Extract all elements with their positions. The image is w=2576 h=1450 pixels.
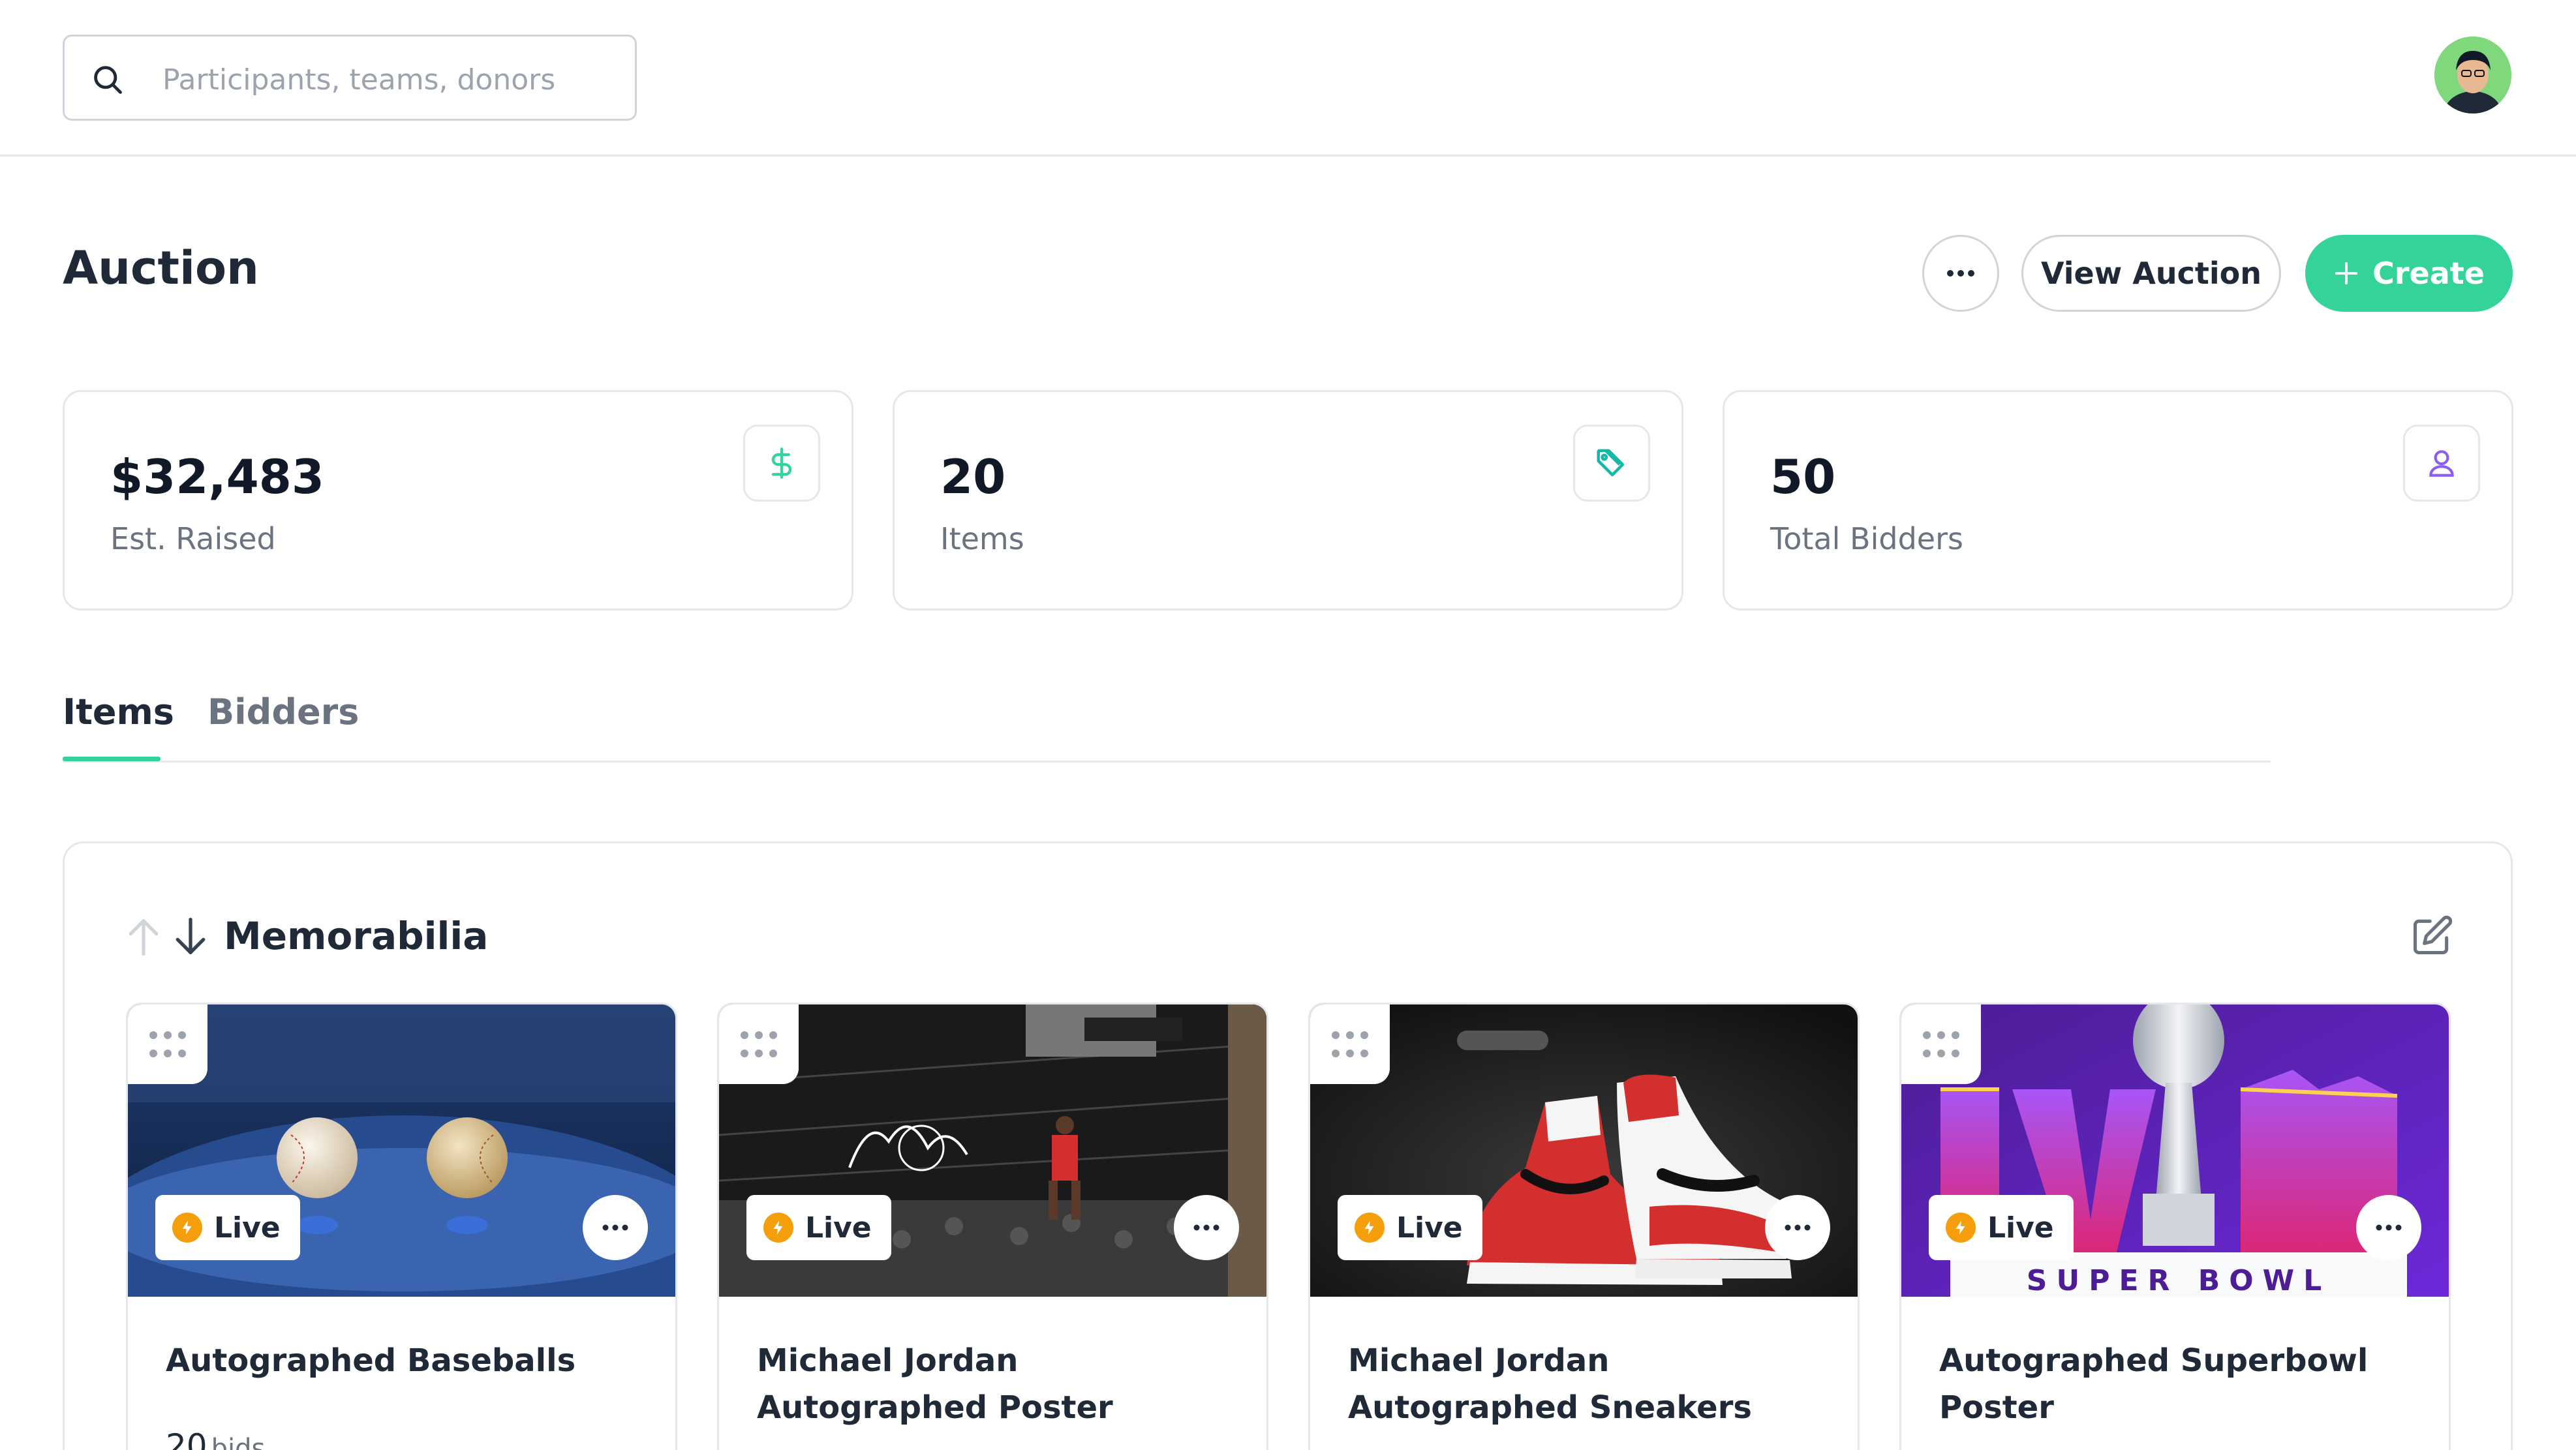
live-label: Live — [1987, 1211, 2054, 1245]
stat-value: 20 — [940, 449, 1006, 504]
plus-icon — [2335, 262, 2358, 284]
live-badge: Live — [155, 1195, 300, 1260]
search-icon — [94, 66, 122, 94]
item-menu-button[interactable] — [2356, 1195, 2421, 1260]
drag-handle[interactable] — [128, 1004, 207, 1084]
create-button-label: Create — [2372, 256, 2485, 291]
avatar-photo — [2434, 37, 2511, 113]
live-badge: Live — [1338, 1195, 1482, 1260]
ellipsis-icon — [2376, 1224, 2402, 1231]
item-bids: 20 bids — [166, 1427, 265, 1450]
search-input[interactable] — [162, 56, 613, 103]
item-name: Autographed Baseballs — [166, 1342, 576, 1379]
tab-divider — [63, 761, 2271, 763]
dollar-icon — [771, 447, 792, 479]
live-badge: Live — [746, 1195, 891, 1260]
stat-value: $32,483 — [110, 449, 324, 504]
edit-icon[interactable] — [2410, 914, 2454, 958]
item-card[interactable]: Live Michael Jordan Autographed Sneakers — [1308, 1003, 1860, 1450]
item-card[interactable]: SUPER BOWL Live Autographed Superbowl Po… — [1899, 1003, 2451, 1450]
stat-badge — [1573, 425, 1650, 502]
tab-bidders[interactable]: Bidders — [207, 691, 359, 733]
stat-value: 50 — [1770, 449, 1836, 504]
drag-handle[interactable] — [1310, 1004, 1390, 1084]
arrow-down-icon[interactable] — [173, 915, 208, 958]
tag-icon — [1597, 449, 1625, 477]
top-bar — [0, 0, 2576, 157]
active-tab-indicator — [63, 757, 161, 761]
tab-items[interactable]: Items — [63, 691, 174, 733]
item-name: Michael Jordan Autographed Poster — [757, 1342, 1113, 1426]
bolt-icon — [1946, 1213, 1976, 1243]
item-name: Autographed Superbowl Poster — [1939, 1342, 2369, 1426]
drag-dots-icon — [1923, 1031, 1959, 1057]
stat-label: Items — [940, 521, 1024, 556]
drag-handle[interactable] — [1901, 1004, 1981, 1084]
drag-dots-icon — [149, 1031, 186, 1057]
ellipsis-icon — [1193, 1224, 1219, 1231]
item-menu-button[interactable] — [583, 1195, 648, 1260]
drag-handle[interactable] — [719, 1004, 799, 1084]
ellipsis-icon — [1785, 1224, 1811, 1231]
page-title: Auction — [63, 241, 259, 295]
stat-badge — [743, 425, 820, 502]
stat-card-raised: $32,483 Est. Raised — [63, 390, 853, 611]
ellipsis-icon — [602, 1224, 628, 1231]
drag-dots-icon — [1332, 1031, 1368, 1057]
bids-label: bids — [211, 1434, 266, 1450]
arrow-up-icon[interactable] — [126, 915, 161, 958]
item-card[interactable]: Live Autographed Baseballs 20 bids — [126, 1003, 677, 1450]
ellipsis-icon — [1947, 270, 1974, 277]
stat-label: Est. Raised — [110, 521, 276, 556]
bolt-icon — [763, 1213, 793, 1243]
item-menu-button[interactable] — [1174, 1195, 1239, 1260]
live-label: Live — [805, 1211, 872, 1245]
view-auction-button[interactable]: View Auction — [2021, 235, 2281, 312]
live-badge: Live — [1929, 1195, 2074, 1260]
search-box[interactable] — [63, 35, 637, 121]
item-card[interactable]: Live Michael Jordan Autographed Poster — [717, 1003, 1268, 1450]
user-icon — [2429, 450, 2454, 477]
bolt-icon — [1355, 1213, 1385, 1243]
avatar[interactable] — [2434, 37, 2511, 113]
stat-label: Total Bidders — [1770, 521, 1963, 556]
stat-card-bidders: 50 Total Bidders — [1723, 390, 2513, 611]
stat-badge — [2403, 425, 2480, 502]
live-label: Live — [214, 1211, 281, 1245]
photo-text: SUPER BOWL — [2027, 1264, 2331, 1297]
drag-dots-icon — [741, 1031, 777, 1057]
stat-card-items: 20 Items — [893, 390, 1683, 611]
more-options-button[interactable] — [1922, 235, 1999, 312]
create-button[interactable]: Create — [2305, 235, 2513, 312]
live-label: Live — [1396, 1211, 1463, 1245]
item-name: Michael Jordan Autographed Sneakers — [1348, 1342, 1752, 1426]
bolt-icon — [172, 1213, 202, 1243]
item-menu-button[interactable] — [1765, 1195, 1830, 1260]
bids-count: 20 — [166, 1427, 207, 1450]
section-title: Memorabilia — [224, 914, 489, 958]
